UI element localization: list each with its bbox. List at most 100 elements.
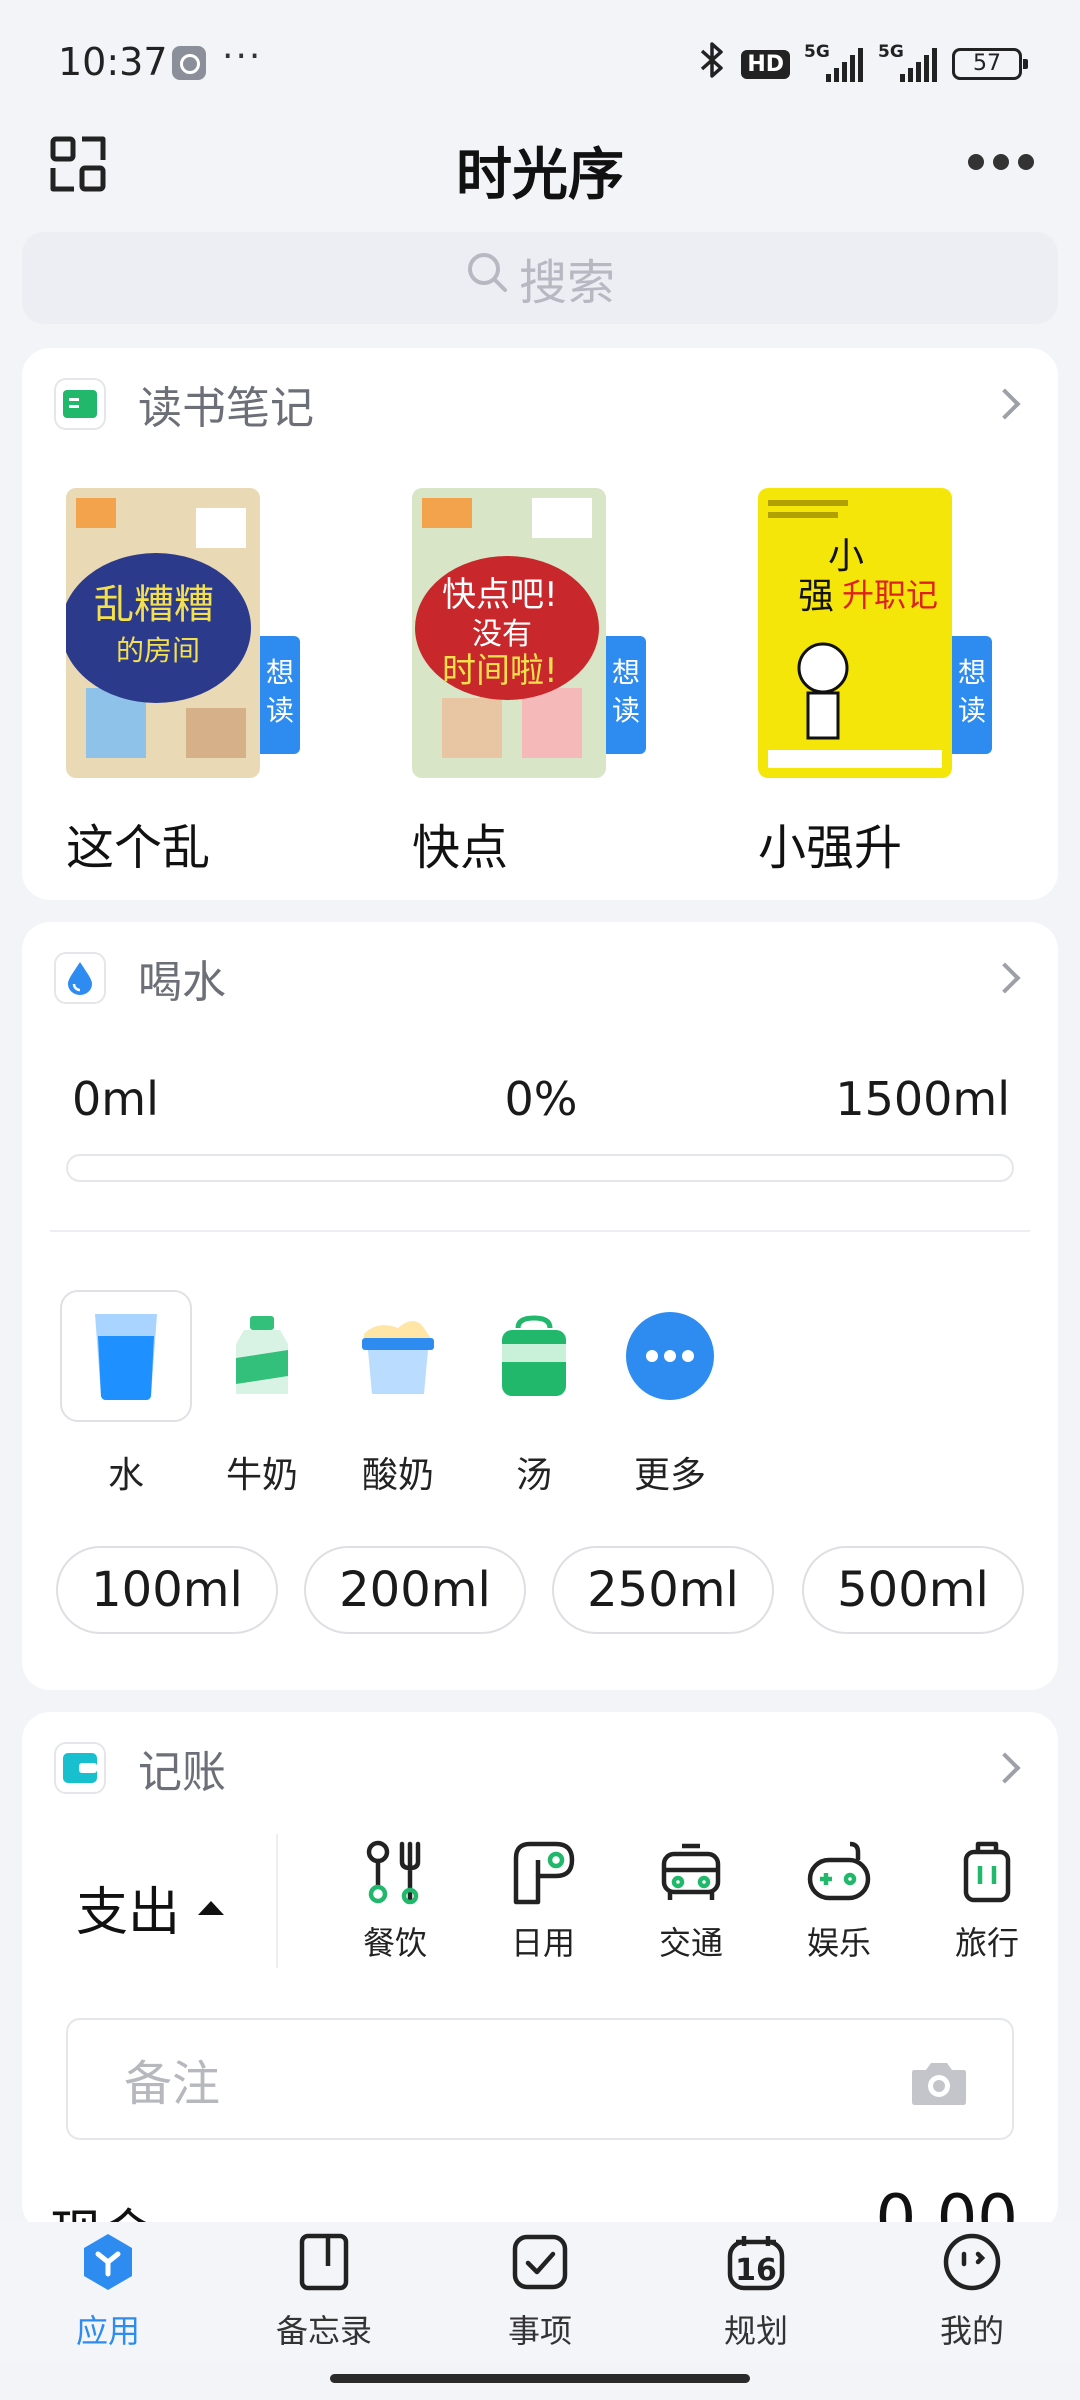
category-transport[interactable]: 交通 [636,1838,746,1964]
home-indicator [330,2374,750,2383]
water-cup-icon [60,1290,192,1422]
want-to-read-tag: 想读 [606,636,646,754]
book-title: 这个乱 [66,820,211,876]
svg-text:快点吧!: 快点吧! [442,575,558,615]
drink-label: 酸奶 [361,1455,434,1496]
category-label: 交通 [658,1924,723,1962]
search-input[interactable]: 搜索 [22,232,1058,324]
status-indicators: HD 5G 5G 57 [697,41,1028,86]
note-placeholder: 备注 [124,2056,221,2112]
yogurt-icon [332,1290,464,1422]
wallet-icon [54,1742,106,1794]
svg-text:升职记: 升职记 [842,576,938,614]
category-label: 娱乐 [806,1924,871,1962]
memo-icon [294,2232,354,2292]
category-entertainment[interactable]: 娱乐 [784,1838,894,1964]
status-bar: 10:37 ··· HD 5G 5G 57 [0,0,1080,120]
tab-label: 应用 [75,2312,140,2350]
category-label: 旅行 [954,1924,1019,1962]
more-icon[interactable] [968,154,1034,170]
caret-up-icon [198,1900,225,1915]
book-title: 小强升 [758,820,903,876]
transport-icon [656,1838,726,1908]
volume-100ml-button[interactable]: 100ml [56,1546,278,1634]
want-to-read-tag: 想读 [952,636,992,754]
expense-type-dropdown[interactable]: 支出 [76,1870,225,1945]
svg-text:小: 小 [828,536,864,577]
signal-icon: 5G [804,42,864,82]
water-drop-icon [54,952,106,1004]
svg-text:时间啦!: 时间啦! [442,651,558,691]
tab-tasks[interactable]: 事项 [480,2232,600,2352]
book-cover: 小 强 升职记 [758,488,952,778]
divider [50,1230,1030,1232]
drink-label: 牛奶 [225,1455,298,1496]
tab-label: 备忘录 [275,2312,372,2350]
svg-text:强: 强 [798,576,834,617]
profile-icon [942,2232,1002,2292]
water-stats: 0ml 0% 1500ml [72,1072,1010,1132]
drink-label: 汤 [515,1455,552,1496]
steering-wheel-icon [172,46,206,80]
svg-text:没有: 没有 [472,617,532,652]
more-icon [604,1290,736,1422]
volume-250ml-button[interactable]: 250ml [552,1546,774,1634]
card-title: 读书笔记 [138,383,314,434]
volume-200ml-button[interactable]: 200ml [304,1546,526,1634]
category-label: 餐饮 [362,1924,427,1962]
luggage-icon [952,1838,1022,1908]
book-cover: 乱糟糟 的房间 [66,488,260,778]
calendar-icon: 16 [726,2232,786,2292]
task-icon [510,2232,570,2292]
expense-type-label: 支出 [76,1883,181,1943]
tab-planning[interactable]: 16 规划 [696,2232,816,2352]
category-travel[interactable]: 旅行 [932,1838,1042,1964]
drink-milk[interactable]: 牛奶 [196,1290,328,1498]
status-dots: ··· [222,36,263,77]
status-time: 10:37 [58,40,168,84]
want-to-read-tag: 想读 [260,636,300,754]
drink-label: 更多 [633,1455,706,1496]
category-daily[interactable]: 日用 [488,1838,598,1964]
drink-more[interactable]: 更多 [604,1290,736,1498]
category-label: 日用 [510,1924,575,1962]
chevron-right-icon [989,962,1021,994]
camera-icon[interactable] [910,2060,968,2118]
signal-icon: 5G [878,42,938,82]
drink-soup[interactable]: 汤 [468,1290,600,1498]
bookkeeping-header[interactable]: 记账 [54,1740,1026,1798]
search-icon [465,250,509,306]
volume-500ml-button[interactable]: 500ml [802,1546,1024,1634]
apps-icon [78,2232,138,2292]
svg-text:16: 16 [735,2253,777,2288]
hd-badge: HD [741,49,790,79]
drink-water[interactable]: 水 [60,1290,192,1498]
card-title: 记账 [138,1747,226,1798]
reading-notes-card: 读书笔记 乱糟糟 的房间 想读 这个乱 快点吧! 没有 时间啦! 想读 快点 小… [22,348,1058,900]
tab-label: 规划 [723,2312,788,2350]
daily-icon [508,1838,578,1908]
reading-notes-header[interactable]: 读书笔记 [54,376,1026,434]
milk-icon [196,1290,328,1422]
tab-memo[interactable]: 备忘录 [264,2232,384,2352]
book-title: 快点 [412,820,509,876]
tab-apps[interactable]: 应用 [48,2232,168,2352]
drink-yogurt[interactable]: 酸奶 [332,1290,464,1498]
tab-label: 事项 [507,2312,572,2350]
dining-icon [360,1838,430,1908]
bookkeeping-card: 记账 支出 餐饮 日用 交通 娱乐 旅行 备注 0.00 [22,1712,1058,2232]
battery-icon: 57 [952,48,1028,80]
book-icon [54,378,106,430]
note-input[interactable]: 备注 [66,2018,1014,2140]
svg-text:的房间: 的房间 [116,634,200,667]
soup-icon [468,1290,600,1422]
water-goal: 1500ml [835,1072,1010,1126]
drink-water-header[interactable]: 喝水 [54,950,1026,1008]
tab-profile[interactable]: 我的 [912,2232,1032,2352]
svg-text:乱糟糟: 乱糟糟 [94,582,214,628]
drink-label: 水 [107,1455,144,1496]
search-placeholder: 搜索 [518,255,615,311]
water-progress-bar [66,1154,1014,1182]
category-dining[interactable]: 餐饮 [340,1838,450,1964]
bottom-tab-bar: 应用 备忘录 事项 16 规划 我的 [0,2222,1080,2362]
